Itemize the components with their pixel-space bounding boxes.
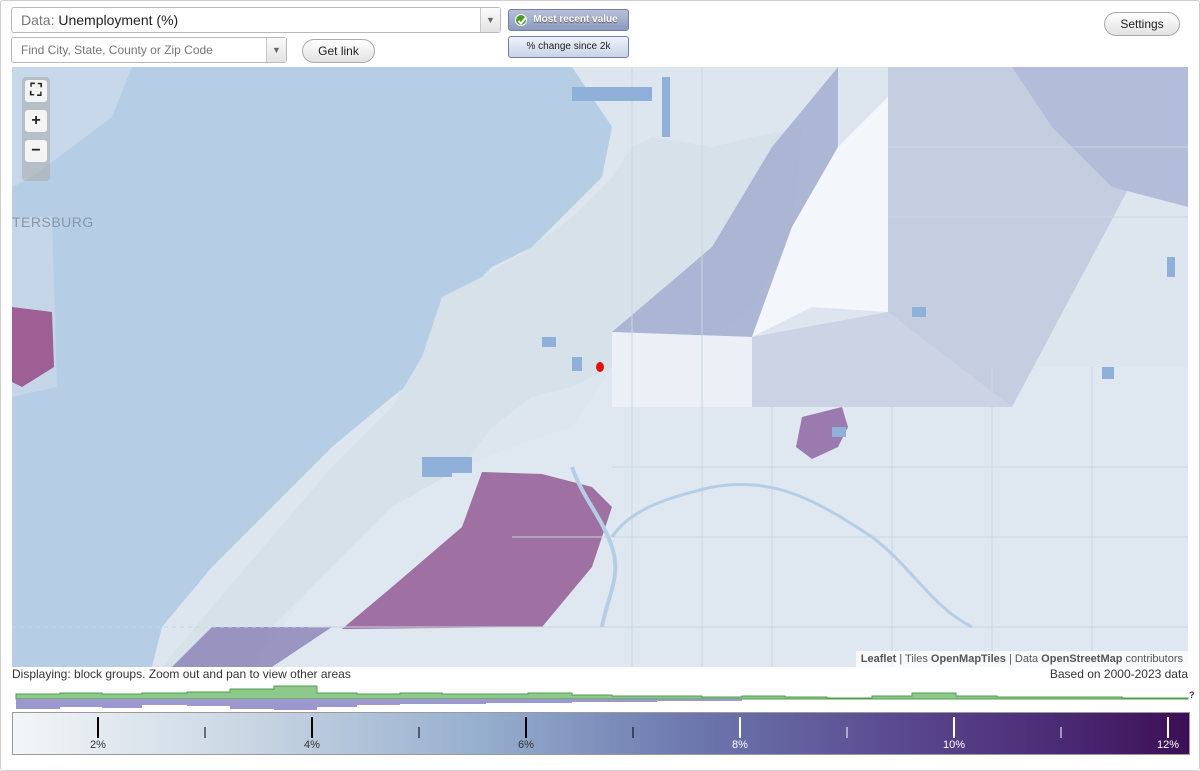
openmaptiles-link[interactable]: OpenMapTiles — [931, 653, 1006, 665]
zoom-in-button[interactable]: + — [25, 110, 47, 132]
location-marker[interactable] — [596, 362, 604, 372]
settings-button[interactable]: Settings — [1104, 12, 1180, 36]
place-label: TERSBURG — [12, 214, 94, 230]
unknown-mark: ? — [1189, 690, 1195, 700]
attribution-sep2: | Data — [1005, 653, 1042, 665]
histogram — [15, 685, 1189, 710]
openstreetmap-link[interactable]: OpenStreetMap — [1041, 653, 1122, 665]
zoom-out-button[interactable]: − — [25, 140, 47, 162]
attribution-suffix: contributors — [1122, 653, 1183, 665]
histogram-recent-series — [15, 685, 1189, 700]
chevron-down-icon[interactable]: ▼ — [480, 8, 500, 32]
data-select[interactable]: Data: Unemployment (%) ▼ — [11, 7, 501, 33]
get-link-button[interactable]: Get link — [302, 39, 375, 63]
legend-tick-label: 10% — [942, 739, 966, 751]
leaflet-link[interactable]: Leaflet — [861, 653, 896, 665]
legend-tick-label: 2% — [90, 739, 106, 751]
data-select-value: Unemployment (%) — [58, 12, 179, 28]
legend-tick-label: 12% — [1156, 739, 1180, 751]
fullscreen-icon[interactable]: ⛶ — [25, 80, 47, 102]
legend-tick-label: 4% — [304, 739, 320, 751]
legend-tick-label: 8% — [732, 739, 748, 751]
attribution-sep1: | Tiles — [896, 653, 931, 665]
zoom-controls: ⛶ + − — [22, 77, 50, 181]
legend-tick-label: 6% — [518, 739, 534, 751]
map-attribution: Leaflet | Tiles OpenMapTiles | Data Open… — [855, 651, 1188, 667]
most-recent-value-label: Most recent value — [533, 14, 618, 25]
legend-ticks — [97, 717, 1169, 738]
histogram-baseline-series — [16, 699, 1188, 710]
map[interactable]: ⛶ + − TERSBURG Leaflet | Tiles OpenMapTi… — [12, 67, 1188, 667]
search-box[interactable]: ▼ — [11, 37, 287, 63]
based-on-note: Based on 2000-2023 data — [1049, 667, 1188, 681]
most-recent-value-button[interactable]: Most recent value — [508, 9, 629, 31]
chevron-down-icon[interactable]: ▼ — [266, 38, 286, 62]
display-note: Displaying: block groups. Zoom out and p… — [12, 667, 351, 681]
percent-change-button[interactable]: % change since 2k — [508, 36, 629, 58]
data-select-prefix: Data: — [21, 12, 55, 28]
search-input[interactable] — [21, 43, 261, 57]
color-legend: 2% 4% 6% 8% 10% 12% — [12, 712, 1190, 755]
check-icon — [515, 14, 527, 26]
